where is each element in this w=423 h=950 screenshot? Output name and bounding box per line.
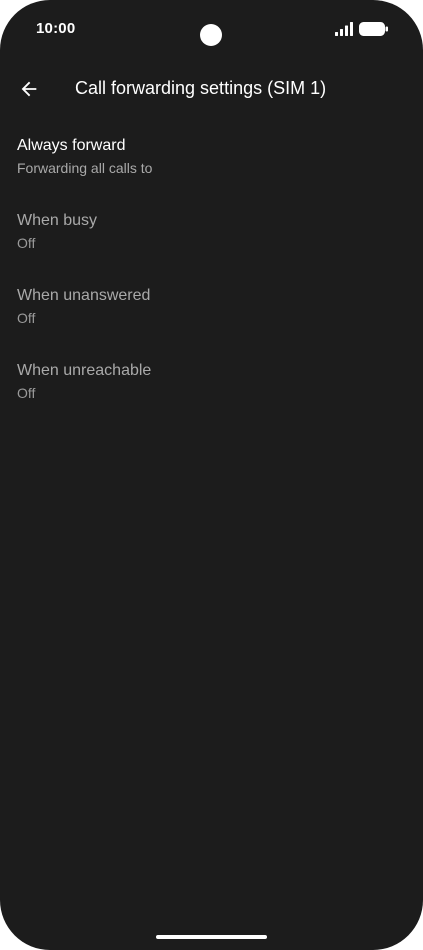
- front-camera: [200, 24, 222, 46]
- app-bar: Call forwarding settings (SIM 1): [0, 60, 423, 118]
- home-indicator[interactable]: [156, 935, 267, 939]
- phone-screen: 10:00 Call forwarding settings (SIM 1) A…: [0, 0, 423, 950]
- status-bar: 10:00: [0, 0, 423, 60]
- setting-when-unanswered[interactable]: When unanswered Off: [0, 278, 423, 353]
- setting-always-forward[interactable]: Always forward Forwarding all calls to: [0, 128, 423, 203]
- setting-summary: Off: [17, 235, 36, 251]
- setting-when-busy[interactable]: When busy Off: [0, 203, 423, 278]
- setting-summary: Off: [17, 385, 36, 401]
- battery-full-icon: [359, 22, 388, 36]
- cellular-signal-icon: [335, 22, 353, 36]
- setting-title: When unanswered: [17, 287, 151, 304]
- page-title: Call forwarding settings (SIM 1): [75, 78, 327, 98]
- setting-when-unreachable[interactable]: When unreachable Off: [0, 353, 423, 428]
- back-button[interactable]: [12, 72, 46, 106]
- setting-title: When unreachable: [17, 362, 152, 379]
- setting-summary: Forwarding all calls to: [17, 160, 153, 176]
- setting-summary: Off: [17, 310, 36, 326]
- status-time: 10:00: [36, 20, 76, 37]
- setting-title: When busy: [17, 212, 98, 229]
- setting-title: Always forward: [17, 137, 126, 154]
- settings-list: Always forward Forwarding all calls to W…: [0, 128, 423, 428]
- arrow-back-icon: [21, 81, 37, 97]
